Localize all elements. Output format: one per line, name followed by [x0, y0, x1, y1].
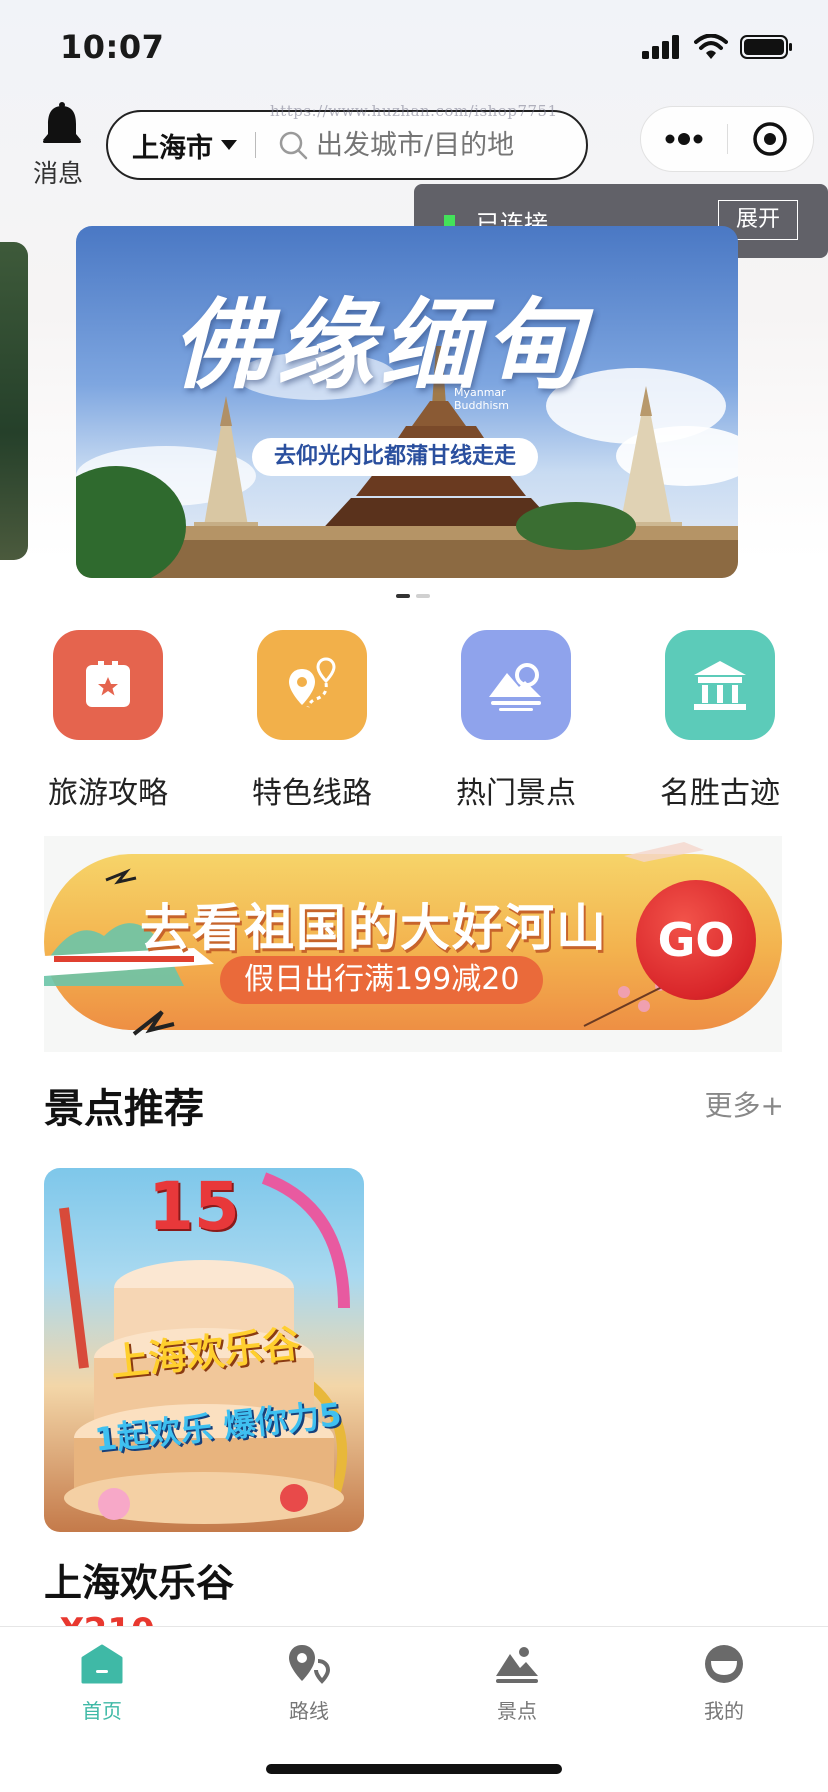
card-image-badge: 15	[148, 1168, 240, 1245]
route-pin-icon	[257, 630, 367, 740]
search-divider	[255, 132, 256, 158]
spot-card-name[interactable]: 上海欢乐谷	[44, 1552, 234, 1607]
watermark: https://www.huzhan.com/ishop7751	[270, 102, 558, 120]
carousel-dot	[416, 594, 430, 598]
banner-title: 佛缘缅甸	[172, 288, 589, 403]
section-title: 景点推荐	[44, 1086, 204, 1132]
city-selector[interactable]: 上海市	[132, 126, 213, 165]
tab-label: 景点	[497, 1699, 537, 1723]
more-link[interactable]: 更多+	[705, 1084, 784, 1124]
banner-tag: Myanmar Buddhism	[454, 386, 509, 412]
category-label: 特色线路	[252, 776, 372, 811]
tab-profile[interactable]: 我的	[664, 1641, 784, 1724]
spot-card-image[interactable]: 15 上海欢乐谷 1起欢乐 爆你力5	[44, 1168, 364, 1532]
cellular-signal-icon	[642, 35, 679, 59]
route-icon	[289, 1645, 331, 1684]
more-button[interactable]	[641, 106, 727, 172]
temple-icon	[665, 630, 775, 740]
banner-prev-slide[interactable]	[0, 242, 28, 560]
status-icons	[642, 34, 794, 60]
status-time: 10:07	[60, 28, 165, 66]
message-label: 消息	[32, 159, 83, 188]
target-circle-icon	[753, 122, 787, 156]
search-bar[interactable]: 上海市	[106, 110, 588, 180]
mini-program-capsule	[640, 106, 814, 172]
tab-label: 路线	[289, 1699, 329, 1723]
mountain-sun-icon	[461, 630, 571, 740]
search-input[interactable]	[316, 129, 556, 161]
connected-status-dot	[444, 215, 455, 226]
wifi-icon	[694, 34, 728, 59]
scenery-icon	[496, 1647, 538, 1683]
carousel-dot-active	[396, 594, 410, 598]
message-button[interactable]: 消息	[28, 102, 88, 188]
banner-subtitle: 去仰光内比都蒲甘线走走	[252, 438, 539, 476]
profile-icon	[705, 1645, 743, 1683]
tab-label: 我的	[704, 1699, 744, 1723]
battery-icon	[740, 35, 792, 59]
category-label: 热门景点	[456, 776, 576, 811]
category-hot-attractions[interactable]: 热门景点	[441, 630, 591, 812]
category-label: 名胜古迹	[660, 776, 780, 811]
promo-subtitle: 假日出行满199减20	[220, 956, 544, 1004]
home-icon	[81, 1644, 123, 1684]
category-travel-guide[interactable]: 旅游攻略	[33, 630, 183, 812]
caret-down-icon[interactable]	[221, 140, 237, 150]
category-featured-routes[interactable]: 特色线路	[237, 630, 387, 812]
search-icon	[279, 131, 308, 160]
tab-routes[interactable]: 路线	[249, 1641, 369, 1724]
banner-slide[interactable]: 佛缘缅甸 Myanmar Buddhism 去仰光内比都蒲甘线走走	[76, 226, 738, 578]
close-button[interactable]	[728, 106, 814, 172]
guide-book-icon	[53, 630, 163, 740]
tab-home[interactable]: 首页	[42, 1641, 162, 1724]
carousel-indicator	[396, 594, 430, 598]
promo-title: 去看祖国的大好河山	[140, 899, 608, 957]
category-historic-sites[interactable]: 名胜古迹	[645, 630, 795, 812]
status-bar: 10:07	[0, 0, 828, 96]
bell-icon	[43, 102, 81, 143]
category-label: 旅游攻略	[48, 776, 168, 811]
promo-banner[interactable]: 去看祖国的大好河山 假日出行满199减20 GO	[44, 836, 782, 1052]
more-dots-icon	[665, 133, 703, 145]
promo-go-button[interactable]: GO	[636, 880, 756, 1000]
tab-label: 首页	[82, 1699, 122, 1723]
home-indicator	[266, 1764, 562, 1774]
tab-scenery[interactable]: 景点	[457, 1641, 577, 1724]
